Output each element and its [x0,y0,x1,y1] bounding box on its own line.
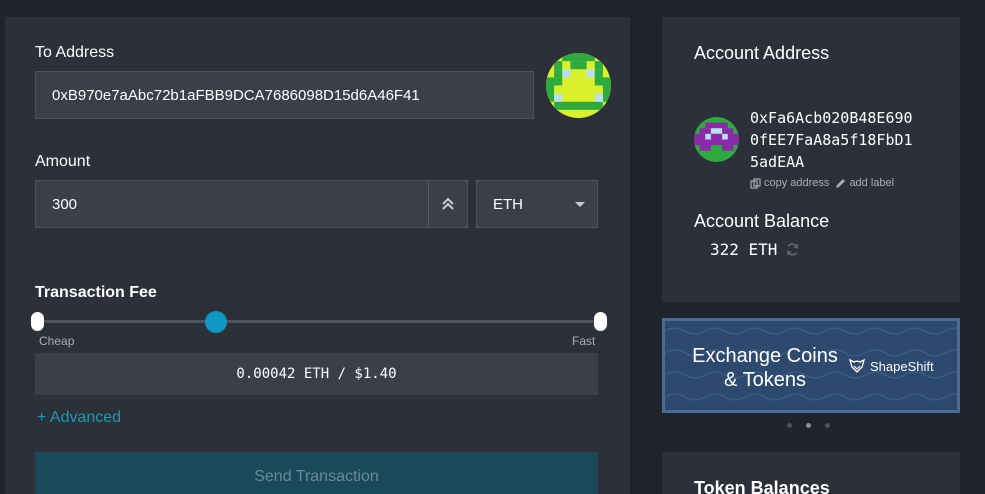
to-address-label: To Address [35,44,115,61]
token-balances-label: Token Balances [694,478,830,494]
account-identicon [694,117,739,162]
banner-title: Exchange Coins & Tokens [692,345,838,391]
fee-slider-max [594,312,607,331]
copy-icon [750,177,761,189]
exchange-banner[interactable]: Exchange Coins & Tokens ShapeShift [662,318,960,413]
carousel-dot[interactable] [825,423,830,428]
refresh-icon[interactable] [785,242,800,257]
account-address: 0xFa6Acb020B48E6900fEE7FaA8a5f18FbD15adE… [750,109,913,171]
fee-display: 0.00042 ETH / $1.40 [35,353,598,395]
amount-input[interactable]: 300 [35,180,429,228]
amount-label: Amount [35,153,91,170]
recipient-identicon [546,53,611,118]
account-balance-label: Account Balance [694,211,830,231]
fee-fast-label: Fast [572,334,596,348]
carousel-dot[interactable] [787,423,792,428]
to-address-input[interactable]: 0xB970e7aAbc72b1aFBB9DCA7686098D15d6A46F… [35,71,534,119]
chevron-down-icon [575,202,585,207]
fox-icon [849,358,865,373]
copy-address-label: copy address [764,177,830,189]
address-actions: copy address add label [750,177,894,189]
balance-row: 322 ETH [710,240,800,259]
account-balance-value: 322 ETH [710,240,778,259]
max-amount-button[interactable] [428,180,468,228]
unit-selected-value: ETH [493,195,523,213]
carousel-dot-active[interactable] [806,423,811,428]
fee-cheap-label: Cheap [39,334,75,348]
shapeshift-label: ShapeShift [870,358,934,374]
unit-select[interactable]: ETH [476,180,598,228]
send-transaction-button[interactable]: Send Transaction [35,452,598,494]
fee-slider-thumb[interactable] [205,311,227,333]
add-label-text: add label [849,177,895,189]
add-label-link[interactable]: add label [835,177,894,189]
carousel-dots [787,423,830,428]
transaction-fee-label: Transaction Fee [35,284,157,301]
advanced-toggle-link[interactable]: + Advanced [37,409,121,427]
account-address-label: Account Address [694,43,830,63]
pencil-icon [836,178,846,188]
chevron-double-up-icon [442,197,454,210]
fee-slider-min [31,312,44,331]
copy-address-link[interactable]: copy address [750,177,829,189]
shapeshift-brand: ShapeShift [849,358,934,374]
fee-slider-track[interactable] [37,320,600,323]
